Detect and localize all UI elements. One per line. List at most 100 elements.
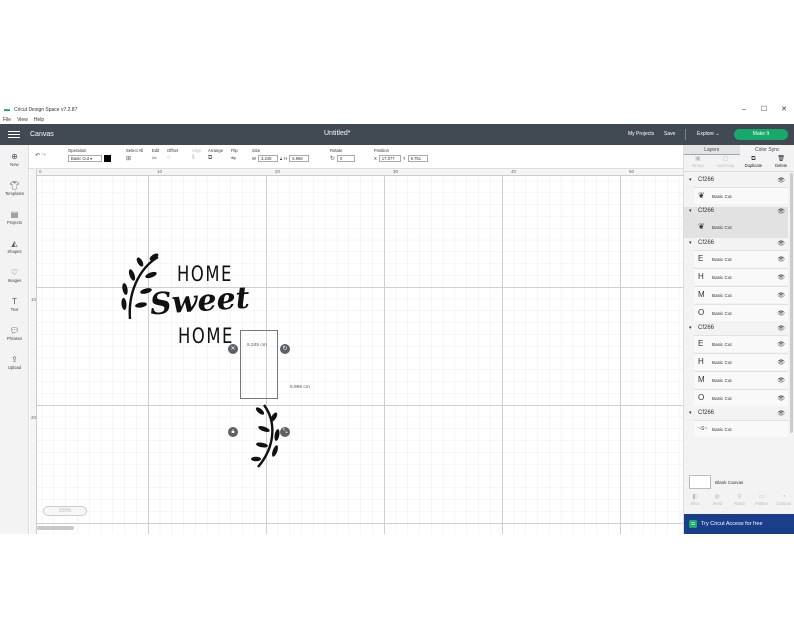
select-all-icon[interactable]: ⊞: [126, 155, 131, 162]
color-swatch[interactable]: [104, 155, 111, 162]
caret-down-icon[interactable]: ▾: [689, 410, 692, 416]
sidebar-item-shapes[interactable]: ◭ Shapes: [0, 239, 29, 254]
menu-help[interactable]: Help: [34, 117, 44, 123]
lock-ratio-icon[interactable]: 🔒︎: [280, 156, 282, 161]
weld-button[interactable]: ◍ Weld: [706, 493, 728, 511]
layer-row[interactable]: E Basic Cut 👁︎: [694, 250, 788, 267]
layer-group[interactable]: ▾ Cf266 👁︎: [684, 239, 788, 250]
save-link[interactable]: Save: [664, 131, 675, 137]
eye-icon[interactable]: 👁︎: [777, 208, 785, 215]
y-input[interactable]: 9.751: [407, 155, 428, 162]
my-projects-link[interactable]: My Projects: [628, 131, 654, 137]
duplicate-button[interactable]: ⧉ Duplicate: [740, 155, 768, 171]
menu-file[interactable]: File: [3, 117, 11, 123]
layer-row[interactable]: H Basic Cut 👁︎: [694, 268, 788, 285]
tab-layers[interactable]: Layers: [684, 145, 740, 155]
eye-icon[interactable]: 👁︎: [777, 310, 785, 317]
maximize-button[interactable]: ☐: [754, 104, 774, 116]
minimize-button[interactable]: –: [734, 104, 754, 116]
zoom-control[interactable]: 100%: [43, 506, 87, 516]
layer-row[interactable]: M Basic Cut 👁︎: [694, 286, 788, 303]
eye-icon[interactable]: 👁︎: [777, 292, 785, 299]
caret-down-icon[interactable]: ▾: [689, 208, 692, 214]
explore-dropdown[interactable]: Explore ⌄: [697, 131, 720, 137]
edit-label: Edit: [152, 148, 160, 153]
eye-icon[interactable]: 👁︎: [777, 240, 785, 247]
caret-down-icon[interactable]: ▾: [689, 240, 692, 246]
layer-row[interactable]: H Basic Cut 👁︎: [694, 353, 788, 370]
flip-icon[interactable]: ⇋: [231, 155, 236, 162]
group-button[interactable]: ▣ Group: [684, 155, 712, 171]
letter-e-thumbnail-icon: E: [698, 339, 704, 348]
horizontal-scrollbar[interactable]: [37, 526, 74, 530]
layers-scrollbar[interactable]: [790, 173, 793, 433]
eye-icon[interactable]: 👁︎: [777, 341, 785, 348]
sidebar-item-projects[interactable]: ▤ Projects: [0, 210, 29, 225]
width-input[interactable]: 3.245: [257, 155, 278, 162]
undo-icon[interactable]: ↶: [35, 153, 40, 159]
contour-button[interactable]: ◔ Contour: [773, 493, 794, 511]
operation-select[interactable]: Basic Cut ▾: [68, 155, 102, 162]
eye-icon[interactable]: 👁︎: [777, 359, 785, 366]
resize-handle-icon[interactable]: ⤡: [280, 427, 290, 437]
blank-canvas-swatch[interactable]: [689, 475, 711, 489]
cricut-access-icon: ◘: [689, 520, 697, 528]
try-cricut-access-button[interactable]: ◘ Try Cricut Access for free: [684, 514, 794, 534]
design-canvas[interactable]: 0 10 20 30 40 50 10 20 HOME Sweet HOME ✕…: [30, 169, 683, 534]
layer-row[interactable]: O Basic Cut 👁︎: [694, 304, 788, 321]
align-icon[interactable]: ⫴: [192, 155, 195, 162]
height-input[interactable]: 5.966: [289, 155, 310, 162]
sidebar-item-new[interactable]: ⊕ New: [0, 152, 29, 167]
delete-button[interactable]: 🗑︎ Delete: [767, 155, 794, 171]
caret-down-icon[interactable]: ▾: [689, 177, 692, 183]
eye-icon[interactable]: 👁︎: [777, 325, 785, 332]
rotate-handle-icon[interactable]: ↻: [280, 344, 290, 354]
offset-icon[interactable]: ◌: [167, 155, 171, 161]
layer-row[interactable]: E Basic Cut 👁︎: [694, 335, 788, 352]
make-it-button[interactable]: Make It: [734, 129, 788, 140]
edit-group: Edit ✂: [152, 148, 159, 162]
letter-h-thumbnail-icon: H: [698, 357, 704, 366]
ungroup-button[interactable]: ▢ UnGroup: [712, 155, 740, 171]
layer-group[interactable]: ▾ Cf266 👁︎: [684, 176, 788, 187]
eye-icon[interactable]: 👁︎: [777, 395, 785, 402]
redo-icon[interactable]: ↷: [41, 153, 46, 159]
flatten-button[interactable]: ▭ Flatten: [751, 493, 773, 511]
eye-icon[interactable]: 👁︎: [777, 177, 785, 184]
arrange-icon[interactable]: ⧉: [208, 155, 212, 162]
eye-icon[interactable]: 👁︎: [777, 410, 785, 417]
rotate-input[interactable]: 0: [337, 155, 356, 162]
layer-group[interactable]: ▾ Cf266 👁︎: [684, 324, 788, 335]
eye-icon[interactable]: 👁︎: [777, 256, 785, 263]
selection-bounding-box[interactable]: [240, 330, 278, 399]
close-button[interactable]: ✕: [774, 104, 794, 116]
right-laurel-icon[interactable]: [250, 401, 280, 471]
edit-icon[interactable]: ✂: [152, 155, 157, 162]
layer-row[interactable]: O Basic Cut 👁︎: [694, 389, 788, 406]
menu-view[interactable]: View: [17, 117, 28, 123]
eye-icon[interactable]: 👁︎: [777, 274, 785, 281]
layer-actions: ▣ Group ▢ UnGroup ⧉ Duplicate 🗑︎ Delete: [684, 155, 794, 172]
sidebar-item-phrases[interactable]: 💬︎ Phrases: [0, 326, 29, 341]
sidebar-item-text[interactable]: T Text: [0, 297, 29, 312]
delete-handle-icon[interactable]: ✕: [228, 344, 238, 354]
hamburger-menu-icon[interactable]: [8, 130, 20, 139]
sidebar-item-templates[interactable]: 👕︎ Templates: [0, 181, 29, 196]
sidebar-item-images[interactable]: ♡ Images: [0, 268, 29, 283]
sidebar-label: Templates: [4, 191, 25, 196]
eye-icon[interactable]: 👁︎: [777, 377, 785, 384]
document-title[interactable]: Untitled*: [324, 130, 350, 137]
layer-row[interactable]: ~S~ Basic Cut: [694, 420, 788, 437]
bottom-actions: ◧ Slice ◍ Weld ⚲ Attach ▭ Flatten ◔ Contour: [684, 493, 794, 511]
lock-handle-icon[interactable]: 🔒︎: [228, 427, 238, 437]
layer-row[interactable]: ❦ Basic Cut: [694, 218, 788, 235]
attach-button[interactable]: ⚲ Attach: [728, 493, 750, 511]
sidebar-item-upload[interactable]: ⇪ Upload: [0, 355, 29, 370]
x-input[interactable]: 17.077: [378, 155, 401, 162]
layer-group[interactable]: ▾ Cf266 👁︎: [684, 409, 788, 420]
caret-down-icon[interactable]: ▾: [689, 325, 692, 331]
layer-row[interactable]: M Basic Cut 👁︎: [694, 371, 788, 388]
layer-row[interactable]: ❦ Basic Cut: [694, 187, 788, 204]
slice-button[interactable]: ◧ Slice: [684, 493, 706, 511]
tab-color-sync[interactable]: Color Sync: [740, 145, 794, 155]
